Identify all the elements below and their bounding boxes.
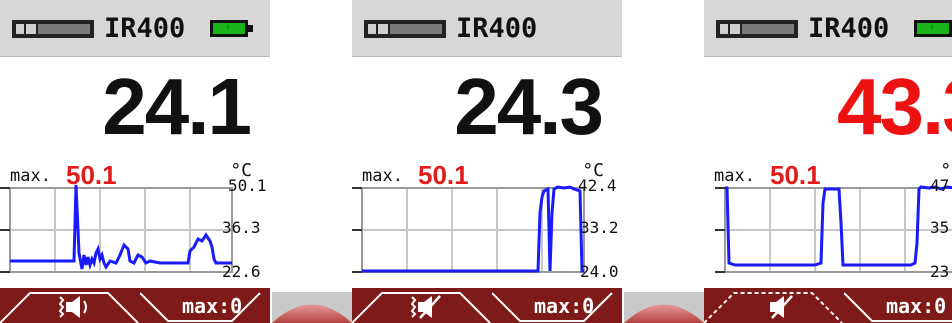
scale-top-label: 47.2: [930, 176, 952, 195]
status-header: IR400 ›: [704, 0, 952, 57]
scale-top-label: 50.1: [228, 176, 267, 195]
scale-bottom-label: 23.1: [930, 262, 952, 281]
status-header: IR400: [352, 0, 622, 57]
scale-bottom-label: 22.6: [222, 262, 261, 281]
softkey-bar: max:0: [352, 288, 622, 323]
battery-icon: ›: [210, 20, 253, 37]
reset-max-softkey[interactable]: max:0: [140, 288, 270, 323]
scale-bottom-label: 24.0: [580, 262, 619, 281]
sound-softkey[interactable]: [704, 288, 844, 323]
reset-max-softkey[interactable]: max:0: [492, 288, 622, 323]
reset-max-label: max:0: [886, 294, 947, 318]
speaker-muted-icon: [770, 295, 793, 319]
scale-mid-label: 35.4: [930, 218, 952, 237]
sound-softkey[interactable]: [352, 288, 492, 323]
probe-icon: [12, 20, 94, 38]
device-title: IR400: [104, 13, 186, 44]
reset-max-softkey[interactable]: max:0: [844, 288, 952, 323]
trend-graph: [715, 185, 952, 273]
screen-panel-1: IR400 › 24.1 max. 50.1 °C 50.1 36.3 22.6…: [0, 0, 270, 323]
scale-mid-label: 36.3: [222, 218, 261, 237]
probe-icon: [364, 20, 446, 38]
temperature-trace: [725, 185, 952, 267]
scale-mid-label: 33.2: [580, 218, 619, 237]
reset-max-label: max:0: [534, 294, 595, 318]
scale-top-label: 42.4: [578, 176, 617, 195]
reset-max-label: max:0: [182, 294, 243, 318]
status-header: IR400 ›: [0, 0, 270, 57]
temperature-reading: 24.1: [102, 62, 252, 151]
temperature-reading: 24.3: [454, 62, 604, 151]
speaker-on-icon: [58, 296, 87, 318]
battery-icon: ›: [914, 20, 952, 37]
sound-softkey[interactable]: [0, 288, 140, 323]
probe-icon: [716, 20, 798, 38]
scroll-up-hump[interactable]: [272, 292, 352, 323]
softkey-bar: max:0: [0, 288, 270, 323]
scroll-up-hump[interactable]: [624, 292, 704, 323]
device-title: IR400: [456, 13, 538, 44]
speaker-muted-icon: [410, 295, 441, 319]
screen-panel-2: IR400 24.3 max. 50.1 °C 42.4 33.2 24.0 m…: [352, 0, 622, 323]
temperature-reading: 43.3: [837, 62, 952, 151]
device-title: IR400: [808, 13, 890, 44]
screen-panel-3: IR400 › 43.3 max. 50.1 °C 47.2 35.4 23.1…: [704, 0, 952, 323]
softkey-bar: max:0: [704, 288, 952, 323]
temperature-trace: [10, 184, 232, 271]
